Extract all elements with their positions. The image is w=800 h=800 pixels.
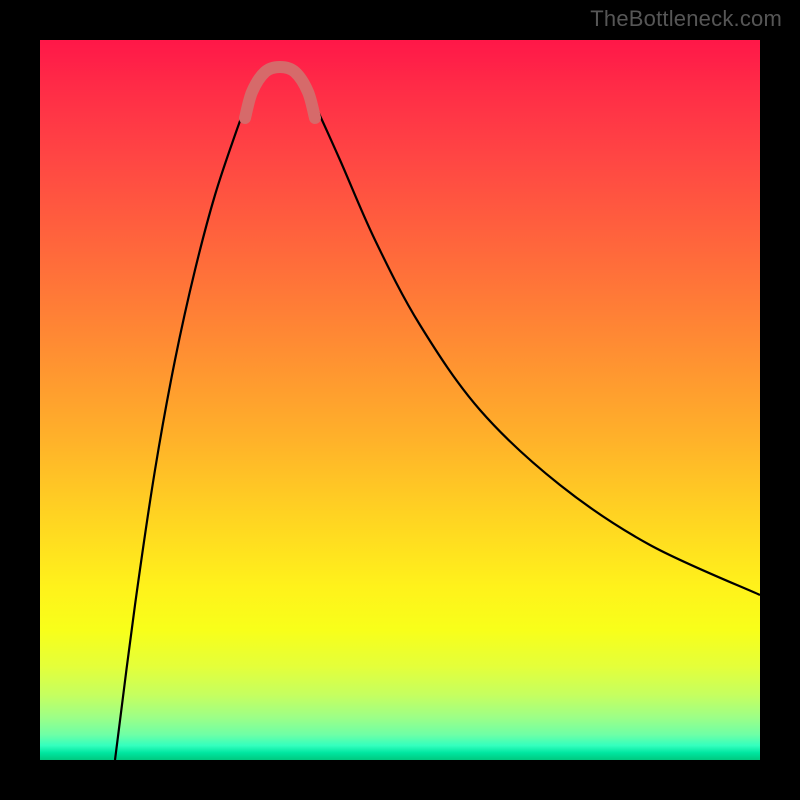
curve-overlay xyxy=(40,40,760,760)
right-branch-path xyxy=(302,80,760,595)
trough-marker-path xyxy=(245,67,315,118)
plot-area xyxy=(40,40,760,760)
left-branch-path xyxy=(115,80,258,760)
watermark-text: TheBottleneck.com xyxy=(590,6,782,32)
chart-frame: TheBottleneck.com xyxy=(0,0,800,800)
